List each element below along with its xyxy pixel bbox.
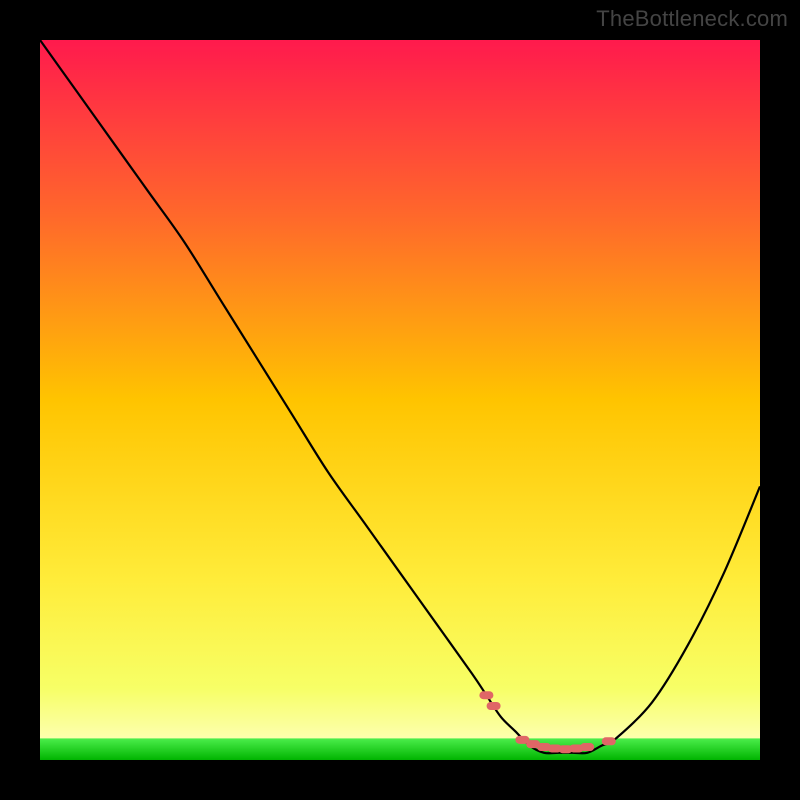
chart-svg [40,40,760,760]
marker-dot [602,737,616,745]
plot-area [40,40,760,760]
marker-dot [479,691,493,699]
chart-frame: TheBottleneck.com [0,0,800,800]
gradient-background [40,40,760,760]
marker-dot [487,702,501,710]
optimal-band [40,738,760,760]
watermark-text: TheBottleneck.com [596,6,788,32]
marker-dot [580,743,594,751]
